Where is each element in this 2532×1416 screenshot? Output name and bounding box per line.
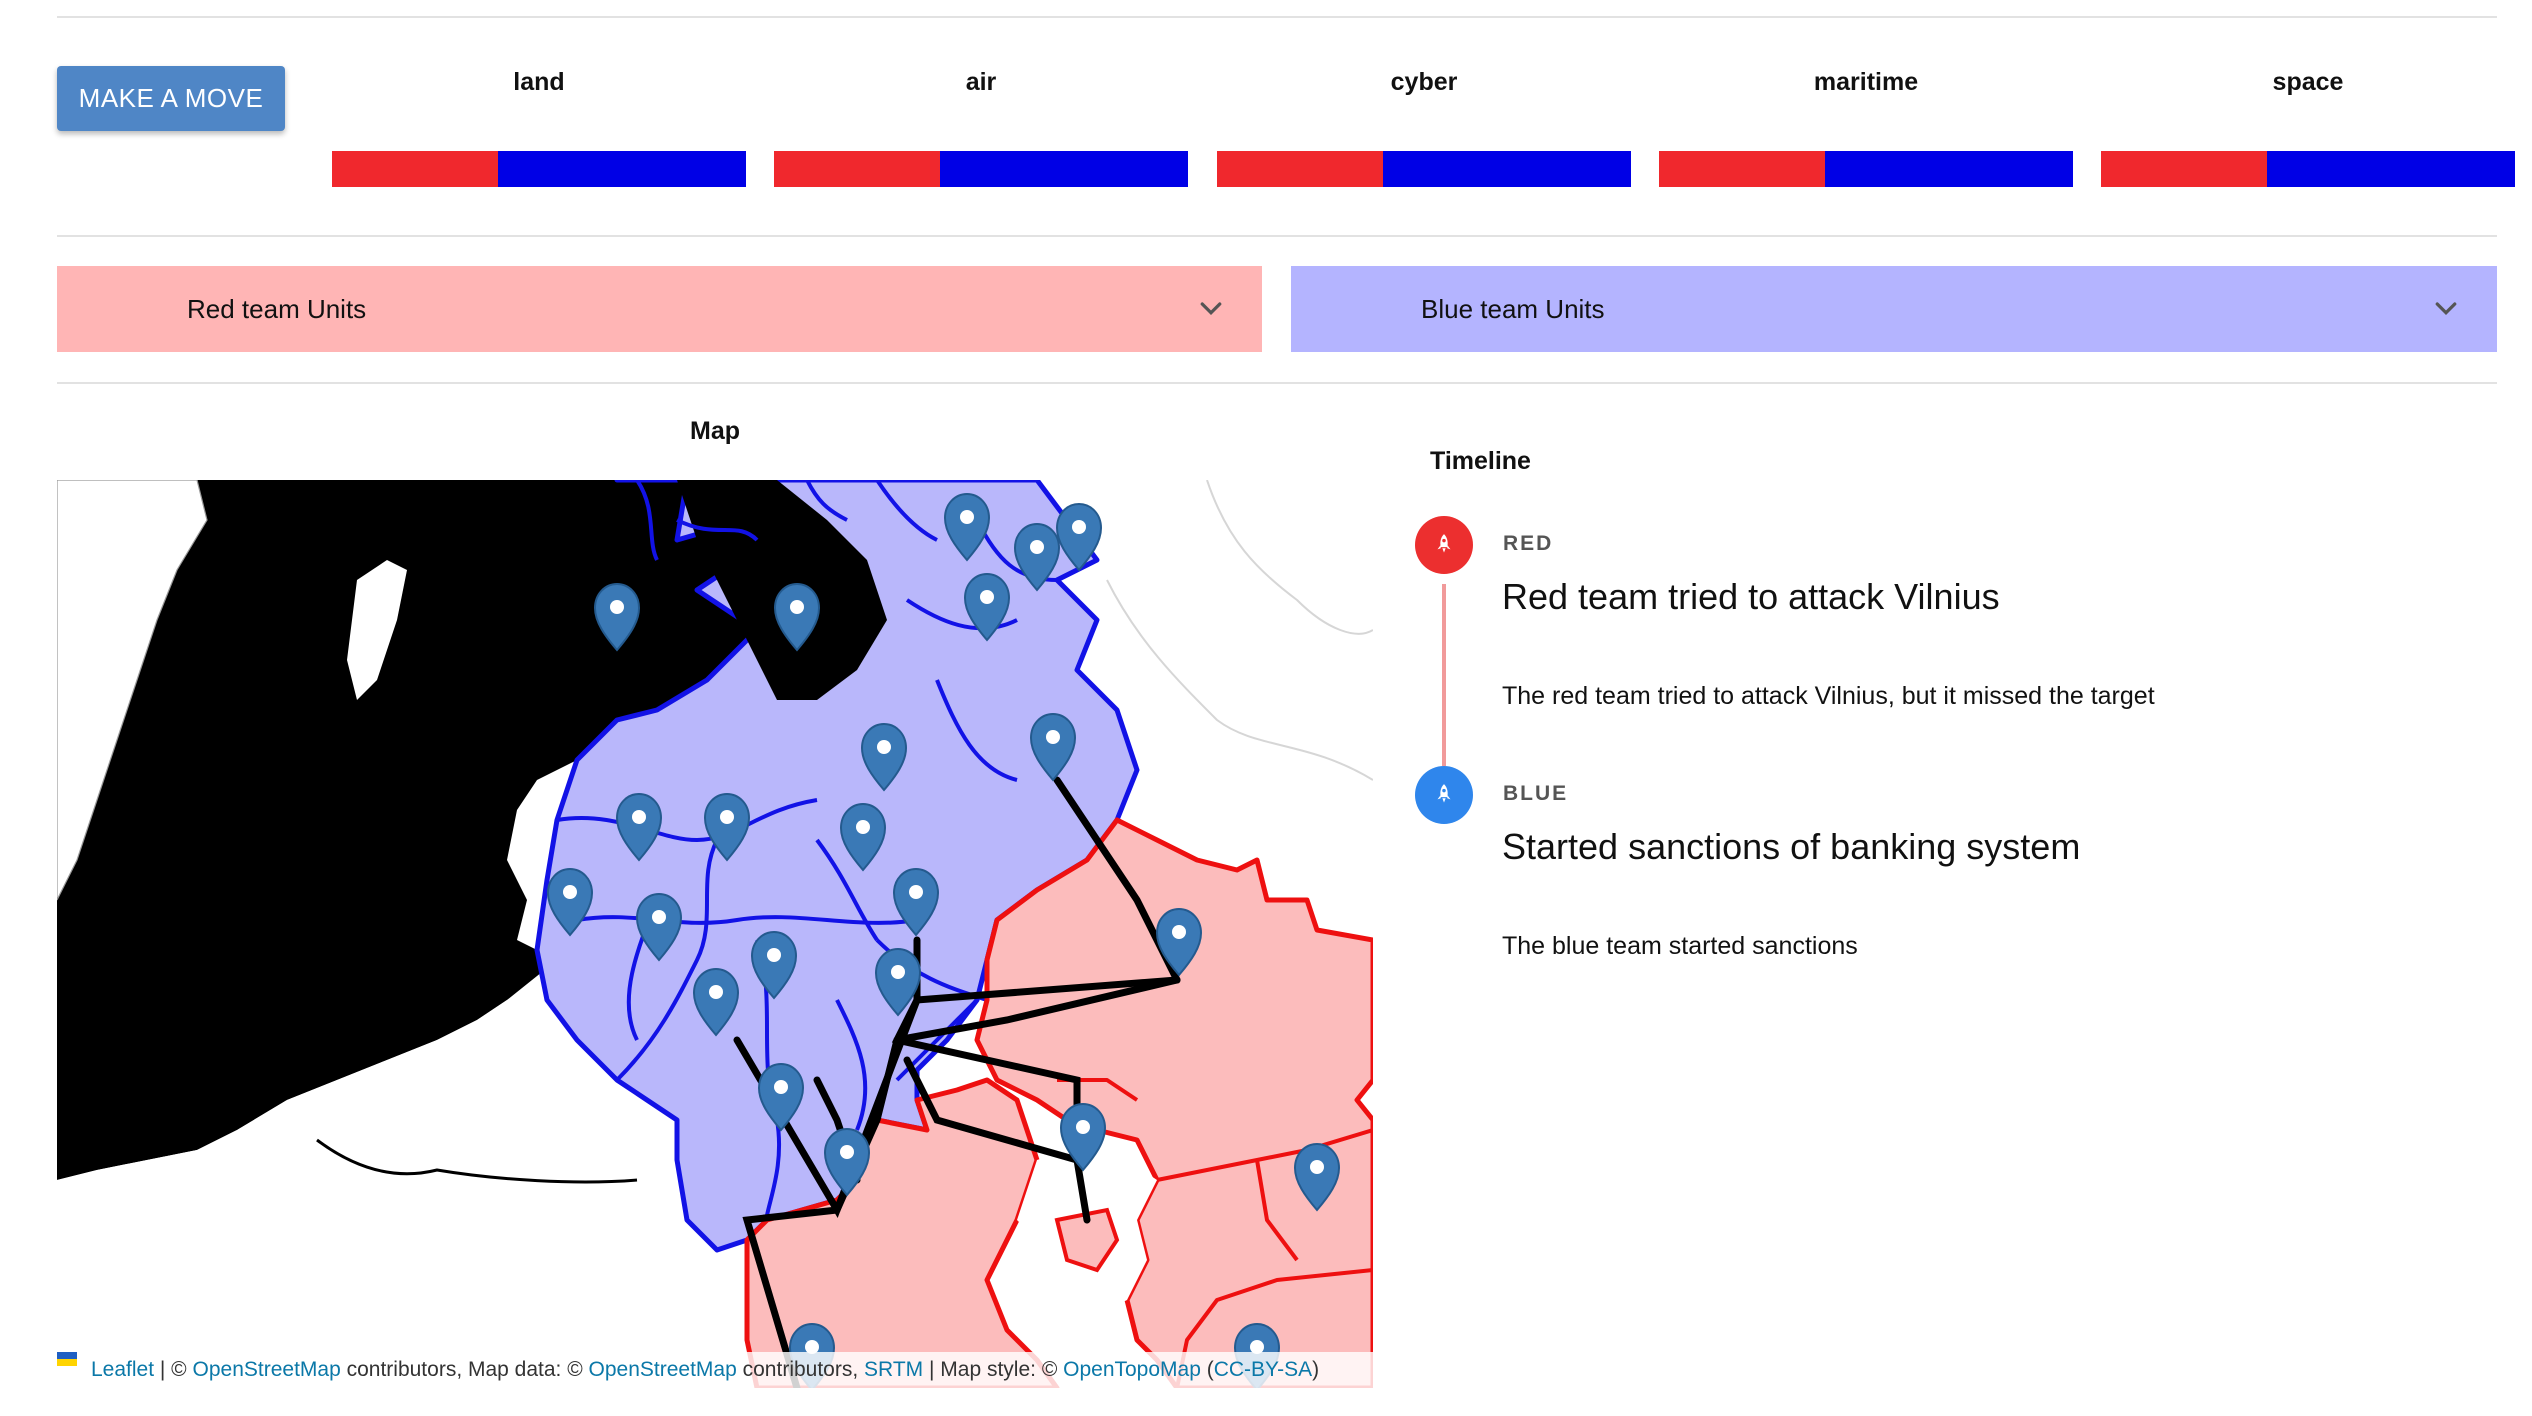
attribution-text: contributors, Map data: © — [340, 1358, 589, 1381]
opentopomap-link[interactable]: OpenTopoMap — [1063, 1358, 1201, 1381]
domain-label-air: air — [965, 68, 997, 96]
openstreetmap-link[interactable]: OpenStreetMap — [589, 1358, 737, 1381]
map-attribution: Leaflet | © OpenStreetMap contributors, … — [57, 1352, 1373, 1388]
leaflet-link[interactable]: Leaflet — [91, 1358, 154, 1381]
domain-land: land — [332, 68, 746, 187]
attribution-text: contributors, — [736, 1358, 865, 1381]
section-divider — [57, 382, 2497, 384]
section-divider — [57, 235, 2497, 237]
attribution-text: ) — [1312, 1358, 1320, 1381]
map[interactable]: Leaflet | © OpenStreetMap contributors, … — [57, 480, 1373, 1388]
domain-balance-bar-land — [332, 151, 746, 187]
domain-air: air — [774, 68, 1188, 187]
red-share-segment — [1217, 151, 1383, 187]
blue-share-segment — [497, 151, 746, 187]
blue-share-segment — [1382, 151, 1631, 187]
timeline-connector — [1442, 584, 1446, 766]
timeline-event-description: The red team tried to attack Vilnius, bu… — [1502, 682, 2155, 710]
make-a-move-button[interactable]: MAKE A MOVE — [57, 66, 285, 131]
chevron-down-icon — [2435, 302, 2457, 316]
attribution-text: | © — [154, 1358, 193, 1381]
red-share-segment — [2101, 151, 2267, 187]
ukraine-flag-icon — [57, 1352, 85, 1377]
domain-cyber: cyber — [1217, 68, 1631, 187]
blue-share-segment — [2266, 151, 2515, 187]
srtm-link[interactable]: SRTM — [864, 1358, 923, 1381]
domain-label-cyber: cyber — [1390, 68, 1458, 96]
attribution-text: | Map style: © — [923, 1358, 1064, 1381]
timeline-event-team: RED — [1503, 532, 1554, 555]
domain-maritime: maritime — [1659, 68, 2073, 187]
domain-space: space — [2101, 68, 2515, 187]
domain-balance-bar-air — [774, 151, 1188, 187]
timeline-event-blue-icon — [1415, 766, 1473, 824]
red-share-segment — [332, 151, 498, 187]
domain-balance-bar-maritime — [1659, 151, 2073, 187]
red-team-units-accordion[interactable]: Red team Units — [57, 266, 1262, 352]
blue-share-segment — [939, 151, 1188, 187]
timeline-event-team: BLUE — [1503, 782, 1569, 805]
rocket-icon — [1437, 784, 1451, 803]
openstreetmap-link[interactable]: OpenStreetMap — [193, 1358, 341, 1381]
blue-team-units-label: Blue team Units — [1421, 293, 1605, 324]
blue-share-segment — [1824, 151, 2073, 187]
domain-balance-bar-cyber — [1217, 151, 1631, 187]
red-team-units-label: Red team Units — [187, 293, 367, 324]
blue-team-units-accordion[interactable]: Blue team Units — [1291, 266, 2497, 352]
red-share-segment — [1659, 151, 1825, 187]
domain-label-land: land — [513, 68, 565, 96]
domain-balance-bar-space — [2101, 151, 2515, 187]
rocket-icon — [1437, 534, 1451, 553]
timeline-event-heading: Started sanctions of banking system — [1502, 826, 2081, 867]
timeline-event-red-icon — [1415, 516, 1473, 574]
attribution-text: ( — [1200, 1358, 1214, 1381]
domain-label-space: space — [2272, 68, 2344, 96]
chevron-down-icon — [1200, 302, 1222, 316]
red-share-segment — [774, 151, 940, 187]
timeline-event-heading: Red team tried to attack Vilnius — [1502, 576, 2000, 617]
license-link[interactable]: CC-BY-SA — [1214, 1358, 1312, 1381]
map-title: Map — [690, 417, 740, 445]
domain-label-maritime: maritime — [1813, 68, 1919, 96]
top-divider — [57, 16, 2497, 18]
map-canvas[interactable] — [57, 480, 1373, 1388]
timeline-event-description: The blue team started sanctions — [1502, 932, 1858, 960]
timeline-title: Timeline — [1430, 447, 1531, 475]
